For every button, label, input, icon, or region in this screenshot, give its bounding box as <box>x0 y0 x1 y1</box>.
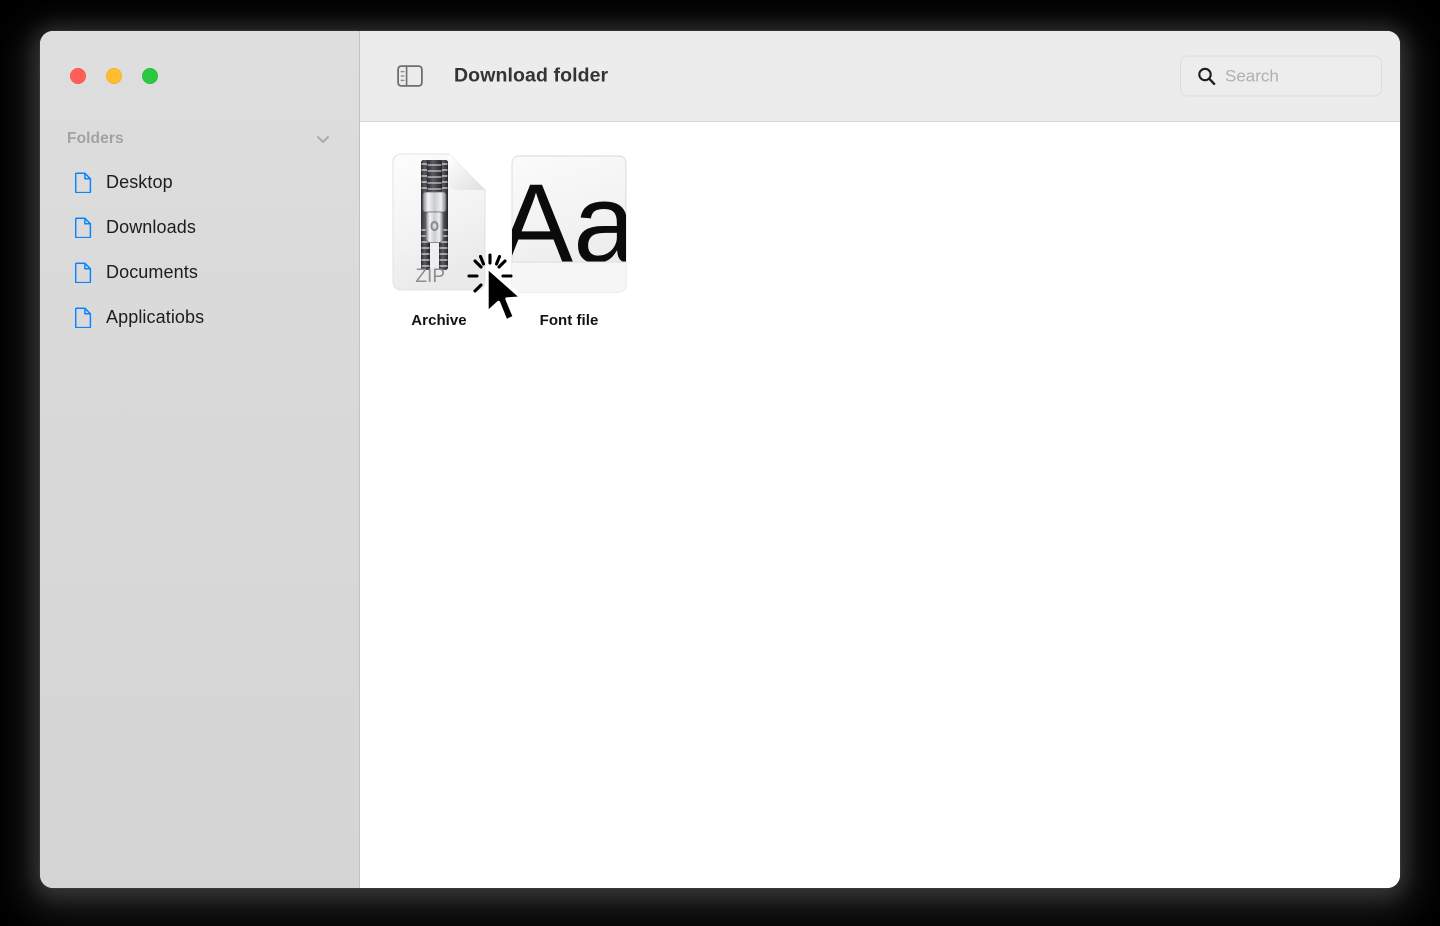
sidebar-item-desktop[interactable]: Desktop <box>67 164 347 201</box>
sidebar-item-documents[interactable]: Documents <box>67 254 347 291</box>
finder-window: Folders Desktop Downloads Documents Appl… <box>40 31 1400 888</box>
file-label: Font file <box>539 312 599 329</box>
chevron-down-icon[interactable] <box>313 129 333 149</box>
font-file-icon: Aa <box>511 155 627 293</box>
sidebar-toggle-icon[interactable] <box>393 61 427 91</box>
zip-badge-text: ZIP <box>415 266 445 287</box>
document-icon <box>74 172 92 194</box>
file-icon-slot: Aa <box>509 150 629 300</box>
sidebar: Folders Desktop Downloads Documents Appl… <box>40 31 360 888</box>
search-icon <box>1195 65 1217 87</box>
sidebar-item-applications[interactable]: Applicatiobs <box>67 299 347 336</box>
main-panel: Download folder Search ZIP Archive Aa Fo… <box>360 31 1400 888</box>
zip-archive-icon: ZIP <box>392 153 486 291</box>
sidebar-item-downloads[interactable]: Downloads <box>67 209 347 246</box>
sidebar-item-label: Desktop <box>106 172 173 192</box>
sidebar-item-label: Applicatiobs <box>106 307 205 327</box>
file-item-font[interactable]: Aa Font file <box>508 150 630 329</box>
sidebar-item-label: Downloads <box>106 217 196 237</box>
window-controls <box>70 68 158 84</box>
file-label: Archive <box>411 312 467 329</box>
search-input[interactable] <box>1225 66 1371 86</box>
file-icon-slot: ZIP <box>387 150 491 300</box>
maximize-button[interactable] <box>142 68 158 84</box>
document-icon <box>74 307 92 329</box>
sidebar-section-header[interactable]: Folders <box>67 126 333 152</box>
minimize-button[interactable] <box>106 68 122 84</box>
page-title: Download folder <box>454 64 609 87</box>
desktop-background: Folders Desktop Downloads Documents Appl… <box>0 0 1440 926</box>
document-icon <box>74 217 92 239</box>
search-field[interactable] <box>1180 55 1382 97</box>
file-item-archive[interactable]: ZIP Archive <box>378 150 500 329</box>
document-icon <box>74 262 92 284</box>
close-button[interactable] <box>70 68 86 84</box>
toolbar: Download folder <box>360 31 1400 122</box>
sidebar-section-title: Folders <box>67 130 124 147</box>
sidebar-item-label: Documents <box>106 262 198 282</box>
file-grid: ZIP Archive Aa Font file <box>360 122 1400 888</box>
sidebar-folder-list: Desktop Downloads Documents Applicatiobs <box>67 164 347 344</box>
